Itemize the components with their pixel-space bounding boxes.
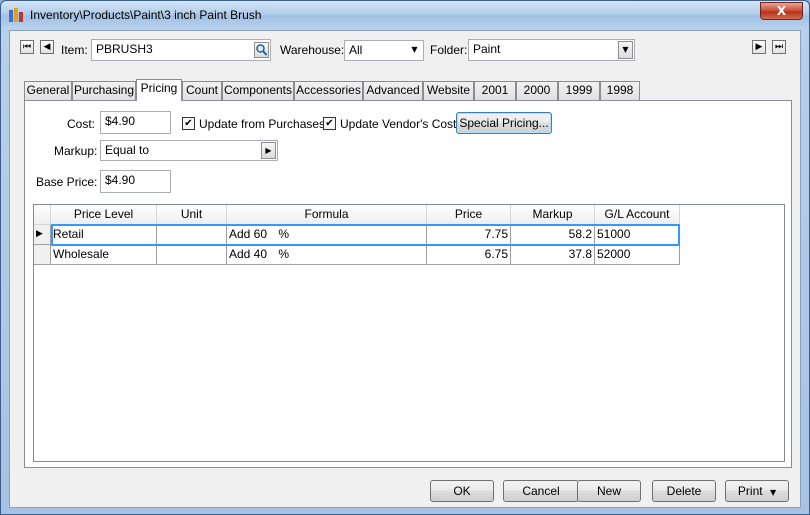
cell-markup[interactable]: 58.2 <box>511 225 595 245</box>
folder-select[interactable]: Paint ▼ <box>468 39 635 61</box>
formula-text: Add 60 <box>229 227 268 241</box>
cell-gl-account[interactable]: 51000 <box>595 225 680 245</box>
update-from-purchases-checkbox[interactable]: ✔ <box>182 117 195 130</box>
cell-formula[interactable]: Add 60 % <box>227 225 427 245</box>
column-header-price-level[interactable]: Price Level <box>51 205 157 225</box>
search-icon <box>256 44 268 56</box>
grid-corner <box>34 205 51 225</box>
price-level-grid: Price Level Unit Formula Price Markup G/… <box>33 204 785 462</box>
cell-markup[interactable]: 37.8 <box>511 245 595 265</box>
delete-button[interactable]: Delete <box>652 480 716 502</box>
app-icon <box>9 8 23 22</box>
inventory-window: Inventory\Products\Paint\3 inch Paint Br… <box>0 0 810 515</box>
cost-label: Cost: <box>67 117 96 131</box>
column-header-markup[interactable]: Markup <box>511 205 595 225</box>
column-header-gl-account[interactable]: G/L Account <box>595 205 680 225</box>
column-header-price[interactable]: Price <box>427 205 511 225</box>
client-area: ⏮ ◀ ▶ ⏭ Item: PBRUSH3 Warehouse: All ▼ F… <box>9 30 801 508</box>
tab-pricing[interactable]: Pricing <box>136 79 182 101</box>
base-price-value: $4.90 <box>105 173 136 187</box>
warehouse-select[interactable]: All ▼ <box>344 40 424 61</box>
title-bar[interactable]: Inventory\Products\Paint\3 inch Paint Br… <box>1 1 809 29</box>
warehouse-label: Warehouse: <box>280 43 345 57</box>
item-lookup-button[interactable] <box>254 42 269 58</box>
print-button[interactable]: Print ▼ <box>725 480 789 502</box>
tab-purchasing[interactable]: Purchasing <box>72 81 136 100</box>
cell-unit[interactable] <box>157 225 227 245</box>
item-input[interactable]: PBRUSH3 <box>91 39 271 61</box>
formula-unit: % <box>278 227 290 241</box>
formula-unit: % <box>278 247 290 261</box>
cost-input[interactable]: $4.90 <box>100 111 171 134</box>
cancel-button[interactable]: Cancel <box>503 480 579 502</box>
column-header-formula[interactable]: Formula <box>227 205 427 225</box>
first-record-icon[interactable]: ⏮ <box>20 40 34 54</box>
new-button[interactable]: New <box>577 480 641 502</box>
window-title: Inventory\Products\Paint\3 inch Paint Br… <box>30 8 262 22</box>
tab-components[interactable]: Components <box>222 81 294 100</box>
tab-2000[interactable]: 2000 <box>516 81 558 100</box>
folder-label: Folder: <box>430 43 468 57</box>
cell-price-level[interactable]: Wholesale <box>51 245 157 265</box>
update-from-purchases-label: Update from Purchases <box>199 117 326 131</box>
cost-value: $4.90 <box>105 114 136 128</box>
markup-value: Equal to <box>105 143 150 157</box>
tab-website[interactable]: Website <box>423 81 474 100</box>
update-vendor-cost-checkbox[interactable]: ✔ <box>323 117 336 130</box>
base-price-label: Base Price: <box>36 175 98 189</box>
tab-1999[interactable]: 1999 <box>558 81 600 100</box>
row-selector-icon[interactable]: ▶ <box>34 225 51 245</box>
print-label: Print <box>737 484 763 498</box>
markup-select[interactable]: Equal to ▶ <box>100 140 278 161</box>
cell-price[interactable]: 6.75 <box>427 245 511 265</box>
special-pricing-button[interactable]: Special Pricing... <box>456 112 552 134</box>
cell-formula[interactable]: Add 40 % <box>227 245 427 265</box>
tab-advanced[interactable]: Advanced <box>363 81 423 100</box>
chevron-right-icon: ▶ <box>261 142 276 159</box>
cell-price-level[interactable]: Retail <box>51 225 157 245</box>
formula-text: Add 40 <box>229 247 268 261</box>
update-vendor-cost-label: Update Vendor's Cost <box>340 117 457 131</box>
row-selector[interactable] <box>34 245 51 265</box>
item-value: PBRUSH3 <box>96 42 153 56</box>
cell-unit[interactable] <box>157 245 227 265</box>
tab-count[interactable]: Count <box>182 81 222 100</box>
markup-label: Markup: <box>54 144 98 158</box>
tab-2001[interactable]: 2001 <box>474 81 516 100</box>
cell-price[interactable]: 7.75 <box>427 225 511 245</box>
close-window-button[interactable]: X <box>760 2 803 20</box>
base-price-input[interactable]: $4.90 <box>100 170 171 193</box>
tab-1998[interactable]: 1998 <box>600 81 640 100</box>
cell-gl-account[interactable]: 52000 <box>595 245 680 265</box>
next-record-icon[interactable]: ▶ <box>752 40 766 54</box>
column-header-unit[interactable]: Unit <box>157 205 227 225</box>
chevron-down-icon: ▼ <box>618 41 633 59</box>
item-label: Item: <box>61 43 88 57</box>
tab-general[interactable]: General <box>24 81 72 100</box>
chevron-down-icon: ▼ <box>769 488 777 497</box>
previous-record-icon[interactable]: ◀ <box>40 40 54 54</box>
tab-accessories[interactable]: Accessories <box>294 81 363 100</box>
pricing-panel: Cost: $4.90 ✔ Update from Purchases ✔ Up… <box>24 100 792 468</box>
chevron-down-icon: ▼ <box>411 45 418 54</box>
ok-button[interactable]: OK <box>430 480 494 502</box>
warehouse-value: All <box>349 43 363 57</box>
folder-value: Paint <box>473 42 501 56</box>
last-record-icon[interactable]: ⏭ <box>772 40 786 54</box>
